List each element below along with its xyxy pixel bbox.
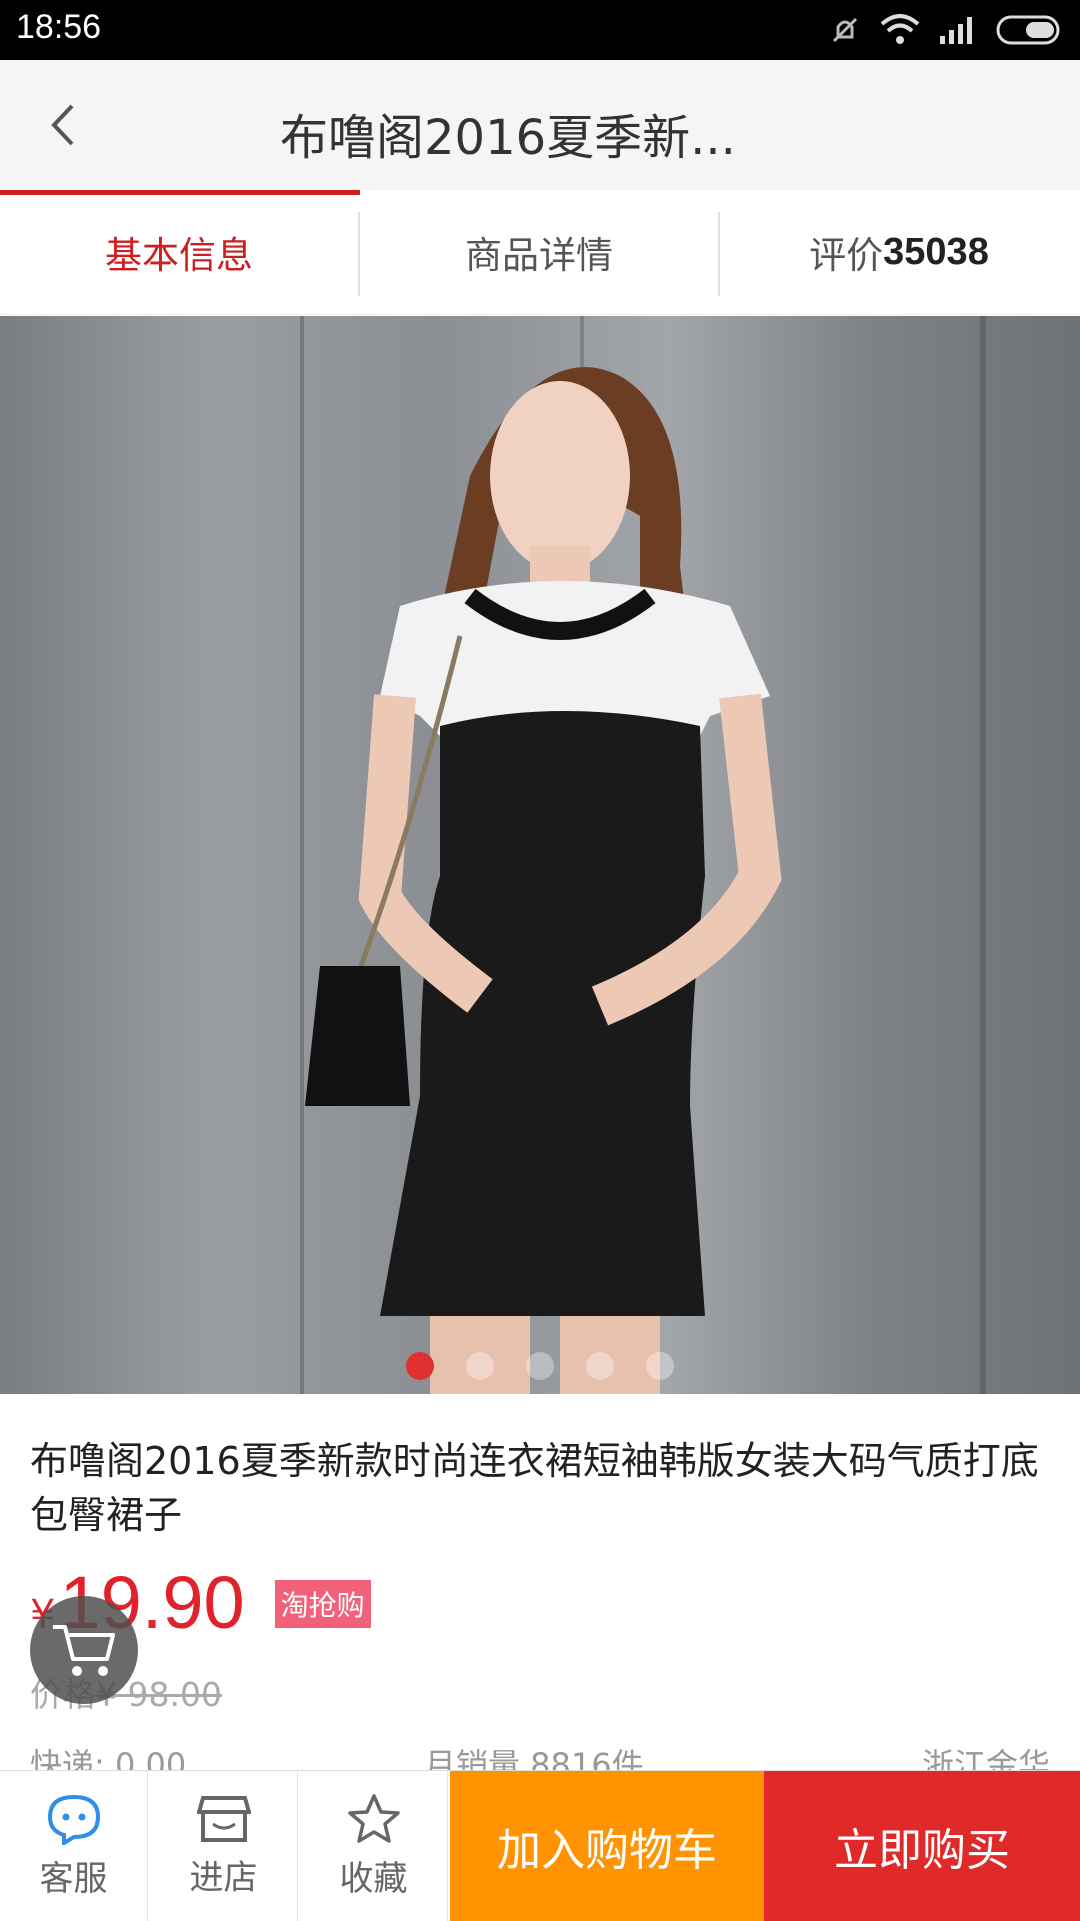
customer-service-button[interactable]: 客服 xyxy=(0,1771,148,1921)
review-count: 35038 xyxy=(883,230,989,273)
carousel-dot[interactable] xyxy=(406,1352,434,1380)
tab-reviews-label: 评价 xyxy=(809,234,884,277)
carousel-dot[interactable] xyxy=(646,1352,674,1380)
chat-bubble-icon xyxy=(47,1794,100,1845)
battery-icon xyxy=(996,15,1060,45)
enter-shop-label: 进店 xyxy=(189,1857,258,1898)
enter-shop-button[interactable]: 进店 xyxy=(150,1771,298,1921)
customer-service-label: 客服 xyxy=(39,1858,108,1899)
star-icon xyxy=(347,1793,400,1843)
carousel-dots xyxy=(0,1352,1080,1380)
cart-icon xyxy=(53,1625,115,1676)
product-title: 布噜阁2016夏季新款时尚连衣裙短袖韩版女装大码气质打底包臀裙子 xyxy=(30,1439,1039,1537)
product-photo xyxy=(305,367,782,1394)
favorite-button[interactable]: 收藏 xyxy=(300,1771,448,1921)
tab-basic-info-label: 基本信息 xyxy=(105,234,253,277)
add-to-cart-label: 加入购物车 xyxy=(497,1825,717,1876)
tab-basic-info[interactable]: 基本信息 xyxy=(0,190,358,314)
page-title: 布噜阁2016夏季新... xyxy=(280,110,736,166)
wifi-icon xyxy=(880,14,920,44)
carousel-dot[interactable] xyxy=(466,1352,494,1380)
tab-bar: 基本信息 商品详情 评价 35038 xyxy=(0,190,1080,315)
nav-header: 布噜阁2016夏季新... xyxy=(0,60,1080,190)
signal-icon xyxy=(940,17,972,44)
promo-badge: 淘抢购 xyxy=(274,1580,371,1628)
buy-now-button[interactable]: 立即购买 xyxy=(764,1771,1080,1921)
bottom-action-bar: 客服 进店 收藏 加入购物车 立即购买 xyxy=(0,1770,1080,1921)
back-arrow-icon xyxy=(51,104,74,146)
status-icons xyxy=(828,12,1066,48)
store-icon xyxy=(196,1795,251,1842)
favorite-label: 收藏 xyxy=(339,1858,408,1899)
product-image-carousel[interactable] xyxy=(0,316,1080,1394)
status-time: 18:56 xyxy=(16,8,102,46)
carousel-dot[interactable] xyxy=(526,1352,554,1380)
buy-now-label: 立即购买 xyxy=(834,1825,1010,1876)
add-to-cart-button[interactable]: 加入购物车 xyxy=(450,1771,764,1921)
mute-icon xyxy=(832,17,858,43)
carousel-dot[interactable] xyxy=(586,1352,614,1380)
tab-product-details-label: 商品详情 xyxy=(465,234,613,277)
floating-cart-button[interactable] xyxy=(30,1596,138,1704)
status-bar: 18:56 xyxy=(0,0,1080,60)
tab-reviews[interactable]: 评价 35038 xyxy=(720,190,1078,314)
back-button[interactable] xyxy=(22,90,102,160)
tab-product-details[interactable]: 商品详情 xyxy=(360,190,718,314)
